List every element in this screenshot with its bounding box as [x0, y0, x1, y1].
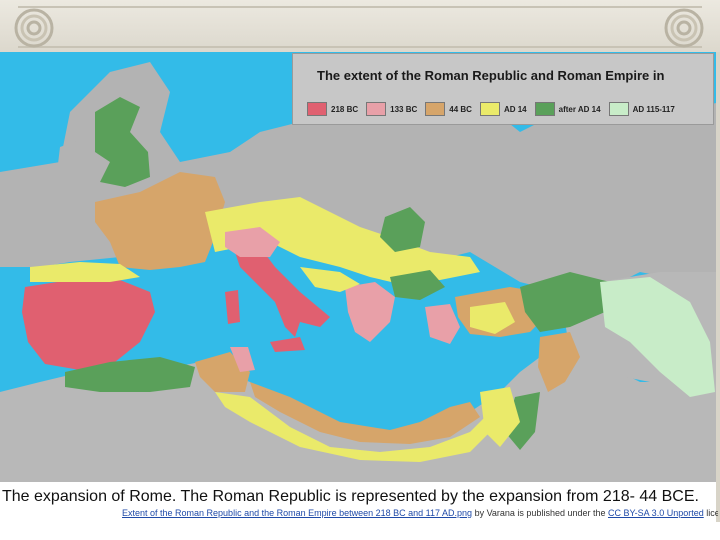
legend-swatch — [366, 102, 387, 116]
legend-item: 44 BC — [425, 102, 472, 116]
legend-item: 133 BC — [366, 102, 417, 116]
legend-items: 218 BC 133 BC 44 BC AD 14 after AD 14 AD 115-… — [307, 102, 680, 116]
legend-label: after AD 14 — [558, 104, 601, 114]
legend-swatch — [307, 102, 327, 116]
scroll-ornament-left-icon — [14, 8, 54, 48]
legend-label: 133 BC — [390, 104, 418, 114]
credit-license-link[interactable]: CC BY-SA 3.0 Unported — [608, 508, 704, 518]
image-credit: Extent of the Roman Republic and the Rom… — [122, 508, 718, 518]
slide-right-border — [716, 52, 720, 522]
legend-item: 218 BC — [307, 102, 358, 116]
legend-title: The extent of the Roman Republic and Rom… — [317, 68, 665, 83]
scroll-ornament-right-icon — [664, 8, 704, 48]
credit-source-link[interactable]: Extent of the Roman Republic and the Rom… — [122, 508, 472, 518]
credit-license-suffix: license — [706, 508, 718, 518]
slide: The extent of the Roman Republic and Rom… — [0, 0, 720, 540]
legend-swatch — [479, 102, 500, 116]
header-band — [18, 6, 702, 48]
legend-label: 44 BC — [449, 104, 472, 114]
map-legend: The extent of the Roman Republic and Rom… — [292, 53, 714, 125]
legend-item: after AD 14 — [534, 102, 601, 116]
legend-swatch — [425, 102, 446, 116]
legend-swatch — [608, 102, 629, 116]
legend-item: AD 115-117 — [608, 102, 675, 116]
legend-label: AD 115-117 — [632, 104, 675, 114]
column-header-decoration — [0, 0, 720, 54]
legend-swatch — [534, 102, 555, 116]
legend-item: AD 14 — [479, 102, 527, 116]
legend-label: 218 BC — [331, 104, 359, 114]
legend-label: AD 14 — [503, 104, 527, 114]
credit-by-text: by Varana is published under the — [472, 508, 608, 518]
slide-caption: The expansion of Rome. The Roman Republi… — [2, 488, 699, 505]
